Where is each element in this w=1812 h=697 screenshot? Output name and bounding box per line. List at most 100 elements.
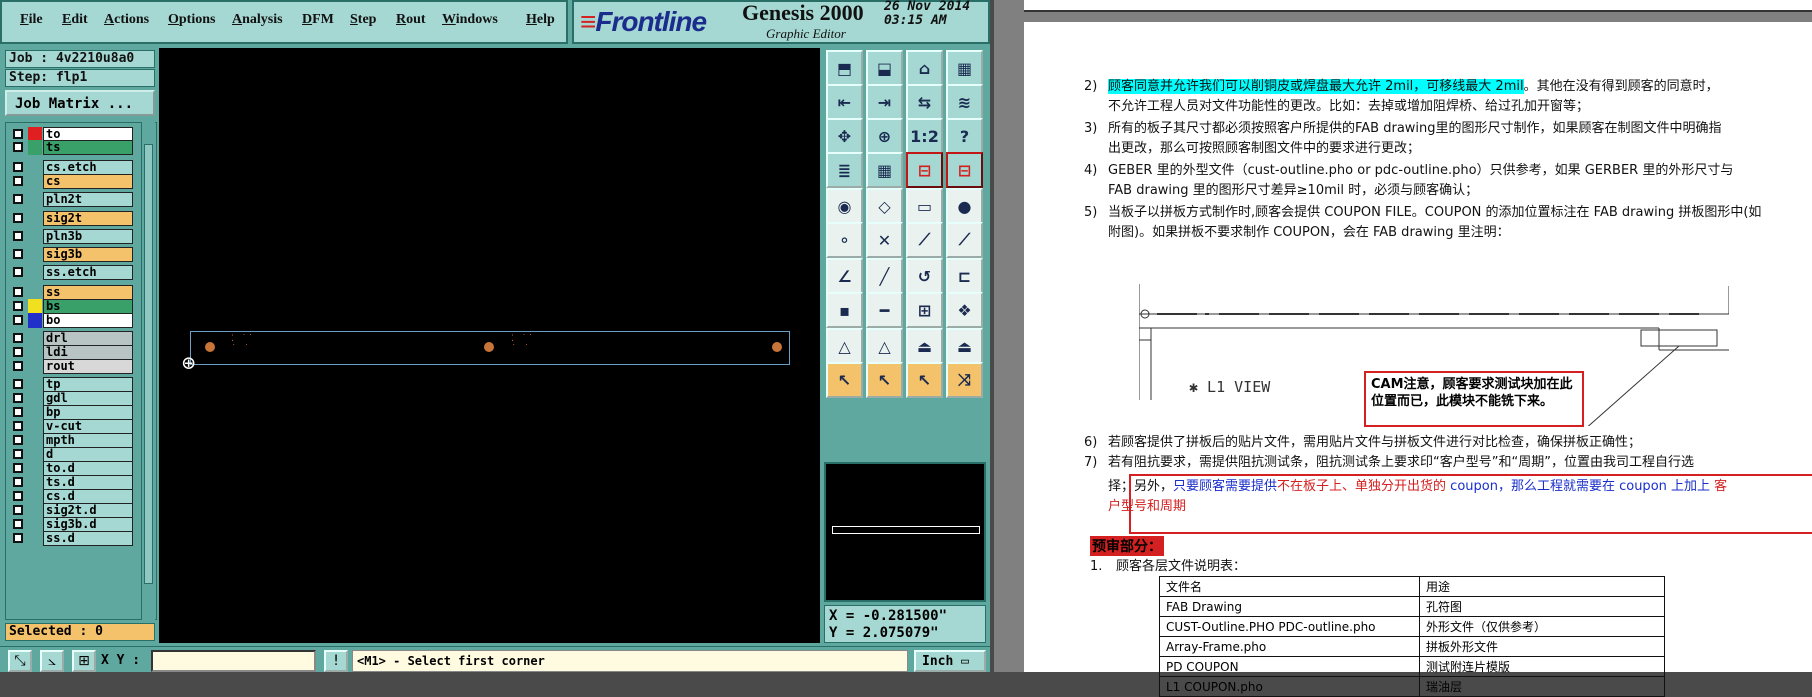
layer-checkbox[interactable] — [13, 533, 23, 543]
menu-dfm[interactable]: DFM — [302, 12, 334, 28]
swap-icon[interactable]: ⇆ — [906, 84, 943, 120]
measure-icon[interactable]: ⦣ — [40, 650, 64, 672]
layer-checkbox[interactable] — [13, 519, 23, 529]
layer-color-swatch[interactable] — [28, 299, 42, 314]
layer-scrollbar[interactable] — [141, 122, 155, 620]
layer-checkbox[interactable] — [13, 421, 23, 431]
select-edit-icon[interactable]: ↖ — [906, 362, 943, 398]
panel-up-icon[interactable]: ⬒ — [826, 50, 863, 86]
layer-checkbox[interactable] — [13, 491, 23, 501]
layer-row-cs[interactable]: cs — [10, 174, 133, 189]
layer-color-swatch[interactable] — [28, 331, 42, 346]
layer-row-ss.d[interactable]: ss.d — [10, 531, 133, 546]
draw-icon[interactable]: ◇ — [866, 188, 903, 224]
layer-name[interactable]: d — [43, 447, 133, 462]
layer-name[interactable]: ts — [43, 140, 133, 155]
slash-icon[interactable]: ╱ — [866, 258, 903, 294]
zoom-icon[interactable]: ⤡ — [8, 650, 32, 672]
rotate-icon[interactable]: ⊏ — [946, 258, 983, 294]
menu-windows[interactable]: Windows — [442, 12, 498, 28]
layer-row-ldi[interactable]: ldi — [10, 345, 133, 360]
compare-icon[interactable]: ⊟ — [906, 152, 943, 188]
move-right-icon[interactable]: ⇥ — [866, 84, 903, 120]
layer-checkbox[interactable] — [13, 361, 23, 371]
shape-icon[interactable]: ❖ — [946, 292, 983, 328]
move-left-icon[interactable]: ⇤ — [826, 84, 863, 120]
layer-name[interactable]: to.d — [43, 461, 133, 476]
layer-row-drl[interactable]: drl — [10, 331, 133, 346]
layer-name[interactable]: v-cut — [43, 419, 133, 434]
layer-name[interactable]: ts.d — [43, 475, 133, 490]
layer-name[interactable]: cs.etch — [43, 160, 133, 175]
layer-checkbox[interactable] — [13, 231, 23, 241]
layer-row-tp[interactable]: tp — [10, 377, 133, 392]
layer-checkbox[interactable] — [13, 301, 23, 311]
layer-row-ts.d[interactable]: ts.d — [10, 475, 133, 490]
layer-color-swatch[interactable] — [28, 391, 42, 406]
panel-down-icon[interactable]: ⬓ — [866, 50, 903, 86]
zoom-center-icon[interactable]: ⊕ — [866, 118, 903, 154]
layer-color-swatch[interactable] — [28, 160, 42, 175]
layer-name[interactable]: sig2t.d — [43, 503, 133, 518]
layer-checkbox[interactable] — [13, 194, 23, 204]
menu-help[interactable]: Help — [526, 12, 555, 28]
layer-color-swatch[interactable] — [28, 447, 42, 462]
layer-color-swatch[interactable] — [28, 247, 42, 262]
layer-row-sig2t.d[interactable]: sig2t.d — [10, 503, 133, 518]
angle-icon[interactable]: ∠ — [826, 258, 863, 294]
layer-row-sig2t[interactable]: sig2t — [10, 211, 133, 226]
layer-name[interactable]: ss.d — [43, 531, 133, 546]
layer-name[interactable]: bp — [43, 405, 133, 420]
line-icon[interactable]: ⟋ — [906, 222, 943, 258]
layer-row-bs[interactable]: bs — [10, 299, 133, 314]
layer-color-swatch[interactable] — [28, 140, 42, 155]
layer-row-cs.d[interactable]: cs.d — [10, 489, 133, 504]
layer-checkbox[interactable] — [13, 477, 23, 487]
layer-name[interactable]: cs — [43, 174, 133, 189]
layer-checkbox[interactable] — [13, 463, 23, 473]
layer-name[interactable]: gdl — [43, 391, 133, 406]
delete-icon[interactable]: ✕ — [866, 222, 903, 258]
undo-icon[interactable]: ↺ — [906, 258, 943, 294]
layer-name[interactable]: rout — [43, 359, 133, 374]
connect-icon[interactable]: ⚬ — [826, 222, 863, 258]
scrollbar-thumb[interactable] — [144, 144, 153, 584]
unit-selector[interactable]: Inch ▭ — [914, 650, 986, 672]
layer-row-mpth[interactable]: mpth — [10, 433, 133, 448]
layer-color-swatch[interactable] — [28, 359, 42, 374]
layer-name[interactable]: pln3b — [43, 229, 133, 244]
layer-row-to.d[interactable]: to.d — [10, 461, 133, 476]
arch-icon[interactable]: ⏏ — [906, 328, 943, 364]
scale-icon[interactable]: 1:2 — [906, 118, 943, 154]
menu-options[interactable]: Options — [168, 12, 215, 28]
square-icon[interactable]: ▪ — [826, 292, 863, 328]
layer-name[interactable]: drl — [43, 331, 133, 346]
layer-checkbox[interactable] — [13, 315, 23, 325]
layer-row-sig3b.d[interactable]: sig3b.d — [10, 517, 133, 532]
transform-icon[interactable]: ⤨ — [946, 362, 983, 398]
layer-name[interactable]: tp — [43, 377, 133, 392]
menu-analysis[interactable]: Analysis — [232, 12, 283, 28]
layer-row-rout[interactable]: rout — [10, 359, 133, 374]
select-box-icon[interactable]: ↖ — [866, 362, 903, 398]
layer-row-v-cut[interactable]: v-cut — [10, 419, 133, 434]
layer-name[interactable]: cs.d — [43, 489, 133, 504]
matrix-icon[interactable]: ⊞ — [906, 292, 943, 328]
layer-color-swatch[interactable] — [28, 377, 42, 392]
compare-alt-icon[interactable]: ⊟ — [946, 152, 983, 188]
layer-name[interactable]: ss.etch — [43, 265, 133, 280]
layer-color-swatch[interactable] — [28, 517, 42, 532]
layer-color-swatch[interactable] — [28, 503, 42, 518]
list-icon[interactable]: ≣ — [826, 152, 863, 188]
layer-checkbox[interactable] — [13, 142, 23, 152]
job-matrix-button[interactable]: Job Matrix ... — [5, 90, 155, 116]
triangle-icon[interactable]: △ — [826, 328, 863, 364]
layer-row-sig3b[interactable]: sig3b — [10, 247, 133, 262]
document-page[interactable]: 2) 顾客同意并允许我们可以削铜皮或焊盘最大允许 2mil，可移线最大 2mil… — [1024, 22, 1812, 697]
layer-row-pln2t[interactable]: pln2t — [10, 192, 133, 207]
layer-name[interactable]: ss — [43, 285, 133, 300]
menu-step[interactable]: Step — [350, 12, 376, 28]
layer-checkbox[interactable] — [13, 379, 23, 389]
layer-color-swatch[interactable] — [28, 405, 42, 420]
layer-checkbox[interactable] — [13, 407, 23, 417]
